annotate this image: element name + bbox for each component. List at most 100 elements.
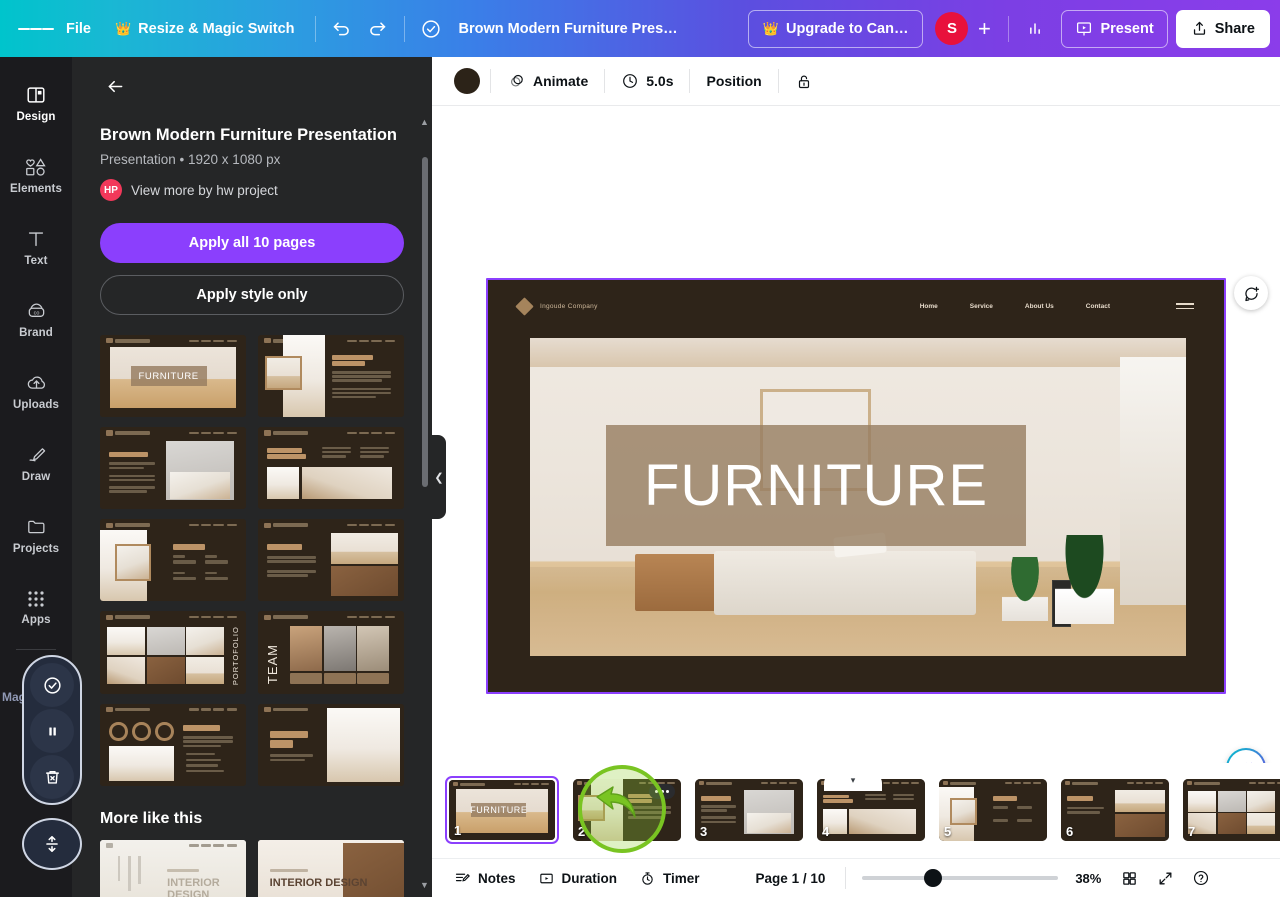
page-thumbnail-2[interactable]: 2 [573,779,681,841]
plus-label: + [978,15,991,41]
notes-label: Notes [478,870,516,886]
lock-button[interactable] [783,64,825,98]
help-icon[interactable] [1186,863,1216,893]
canvas-area: Animate 5.0s Position Ingoude Company Ho… [432,57,1280,897]
notes-button[interactable]: Notes [444,863,526,893]
insights-icon[interactable] [1017,11,1053,47]
collapse-tools-button[interactable] [22,818,82,870]
sidebar-item-design[interactable]: Design [4,69,68,137]
template-thumbnail-7[interactable]: PORTOFOLIO [100,611,246,694]
thumb-8-title: TEAM [265,644,281,685]
lock-open-icon [795,72,813,91]
resize-label: Resize & Magic Switch [138,20,295,37]
present-button[interactable]: Present [1061,9,1168,48]
template-author[interactable]: HP View more by hw project [100,179,404,201]
page-1-title: FURNITURE [470,804,528,815]
chevron-down-icon[interactable]: ▾ [824,774,882,791]
page-thumbnail-6[interactable]: 6 [1061,779,1169,841]
template-thumbnail-9[interactable] [100,703,246,786]
svg-text:co: co [33,310,39,316]
grid-view-icon[interactable] [1114,863,1144,893]
timer-button[interactable]: Timer [629,863,710,893]
upgrade-crown-icon: 👑 [762,20,780,36]
pause-button[interactable] [30,709,74,753]
resize-magic-switch-button[interactable]: 👑 Resize & Magic Switch [103,11,307,47]
undo-icon[interactable] [324,11,360,47]
duration-button[interactable]: 5.0s [609,64,685,98]
template-thumbnail-1[interactable]: FURNITURE [100,335,246,418]
avatar[interactable]: S [935,12,969,45]
more-like-this-grid: INTERIOR DESIGN INTERIOR DESIGN [100,839,404,897]
page-number-5: 5 [944,824,952,839]
sidebar-item-projects[interactable]: Projects [4,501,68,569]
duration-status-button[interactable]: Duration [528,863,628,893]
thumb-7-title: PORTOFOLIO [231,626,241,686]
selection-outline [486,278,1226,694]
page-indicator[interactable]: Page 1 / 10 [744,863,838,893]
page-number-1: 1 [454,823,462,838]
template-thumbnail-10[interactable] [258,703,404,786]
page-number-6: 6 [1066,824,1074,839]
rail-divider [16,649,56,650]
chevron-left-icon: ❮ [434,471,444,484]
discard-button[interactable] [30,755,74,799]
sidebar-label-elements: Elements [10,182,62,195]
template-thumbnail-8[interactable]: TEAM [258,611,404,694]
file-menu-button[interactable]: File [54,11,103,47]
back-arrow-icon[interactable] [98,69,132,103]
sidebar-item-elements[interactable]: Elements [4,141,68,209]
sidebar-label-uploads: Uploads [12,398,60,411]
magic-tool-cluster [22,655,82,805]
position-button[interactable]: Position [694,64,773,98]
cloud-check-icon[interactable] [413,11,449,47]
main-menu-icon[interactable] [18,11,54,47]
sidebar-item-apps[interactable]: Apps [4,573,68,641]
share-upload-icon [1191,20,1208,37]
canvas-body[interactable]: Ingoude Company Home Service About Us Co… [432,106,1280,823]
sidebar-item-uploads[interactable]: Uploads [4,357,68,425]
apply-style-only-button[interactable]: Apply style only [100,275,404,315]
sidebar-item-draw[interactable]: Draw [4,429,68,497]
redo-icon[interactable] [360,11,396,47]
add-comment-icon[interactable] [1234,276,1268,310]
document-title[interactable]: Brown Modern Furniture Prese… [449,12,689,46]
animate-button[interactable]: Animate [495,64,600,98]
more-thumbnail-2[interactable]: INTERIOR DESIGN [258,839,404,897]
template-thumbnail-4[interactable] [258,427,404,510]
template-thumbnail-5[interactable] [100,519,246,602]
file-menu-label: File [66,20,91,37]
approve-button[interactable] [30,663,74,707]
sidebar-item-text[interactable]: Text [4,213,68,281]
template-thumbnail-6[interactable] [258,519,404,602]
template-thumbnail-2[interactable] [258,335,404,418]
selected-slide-wrapper[interactable]: Ingoude Company Home Service About Us Co… [486,278,1226,694]
share-button[interactable]: Share [1175,9,1270,48]
page-thumbnail-1[interactable]: FURNITURE 1 [445,776,559,844]
apply-all-pages-button[interactable]: Apply all 10 pages [100,223,404,263]
color-swatch-button[interactable] [454,68,480,94]
present-icon [1075,20,1093,38]
zoom-knob[interactable] [924,869,943,887]
sidebar-label-text: Text [24,254,48,267]
zoom-value: 38% [1075,870,1102,886]
toolbar-divider-2 [403,15,405,42]
template-thumbnail-3[interactable] [100,427,246,510]
page-thumbnail-5[interactable]: 5 [939,779,1047,841]
avatar-initial: S [946,20,957,37]
sidebar-label-brand: Brand [19,326,53,339]
share-label: Share [1214,20,1255,37]
page-number-4: 4 [822,824,830,839]
upgrade-button[interactable]: 👑 Upgrade to Can… [747,9,924,48]
collapse-panel-handle[interactable]: ❮ [432,435,446,519]
sidebar-item-brand[interactable]: co Brand [4,285,68,353]
author-link: View more by hw project [131,182,278,198]
page-thumbnail-3[interactable]: 3 [695,779,803,841]
add-collaborator-button[interactable]: + [968,13,1000,45]
page-2-menu-button[interactable] [649,784,675,799]
element-toolbar: Animate 5.0s Position [432,57,1280,106]
fullscreen-icon[interactable] [1150,863,1180,893]
zoom-slider[interactable] [862,867,1059,889]
toolbar-divider-1 [314,15,316,42]
page-thumbnail-7[interactable]: 7 [1183,779,1280,841]
more-thumbnail-1[interactable]: INTERIOR DESIGN [100,839,246,897]
